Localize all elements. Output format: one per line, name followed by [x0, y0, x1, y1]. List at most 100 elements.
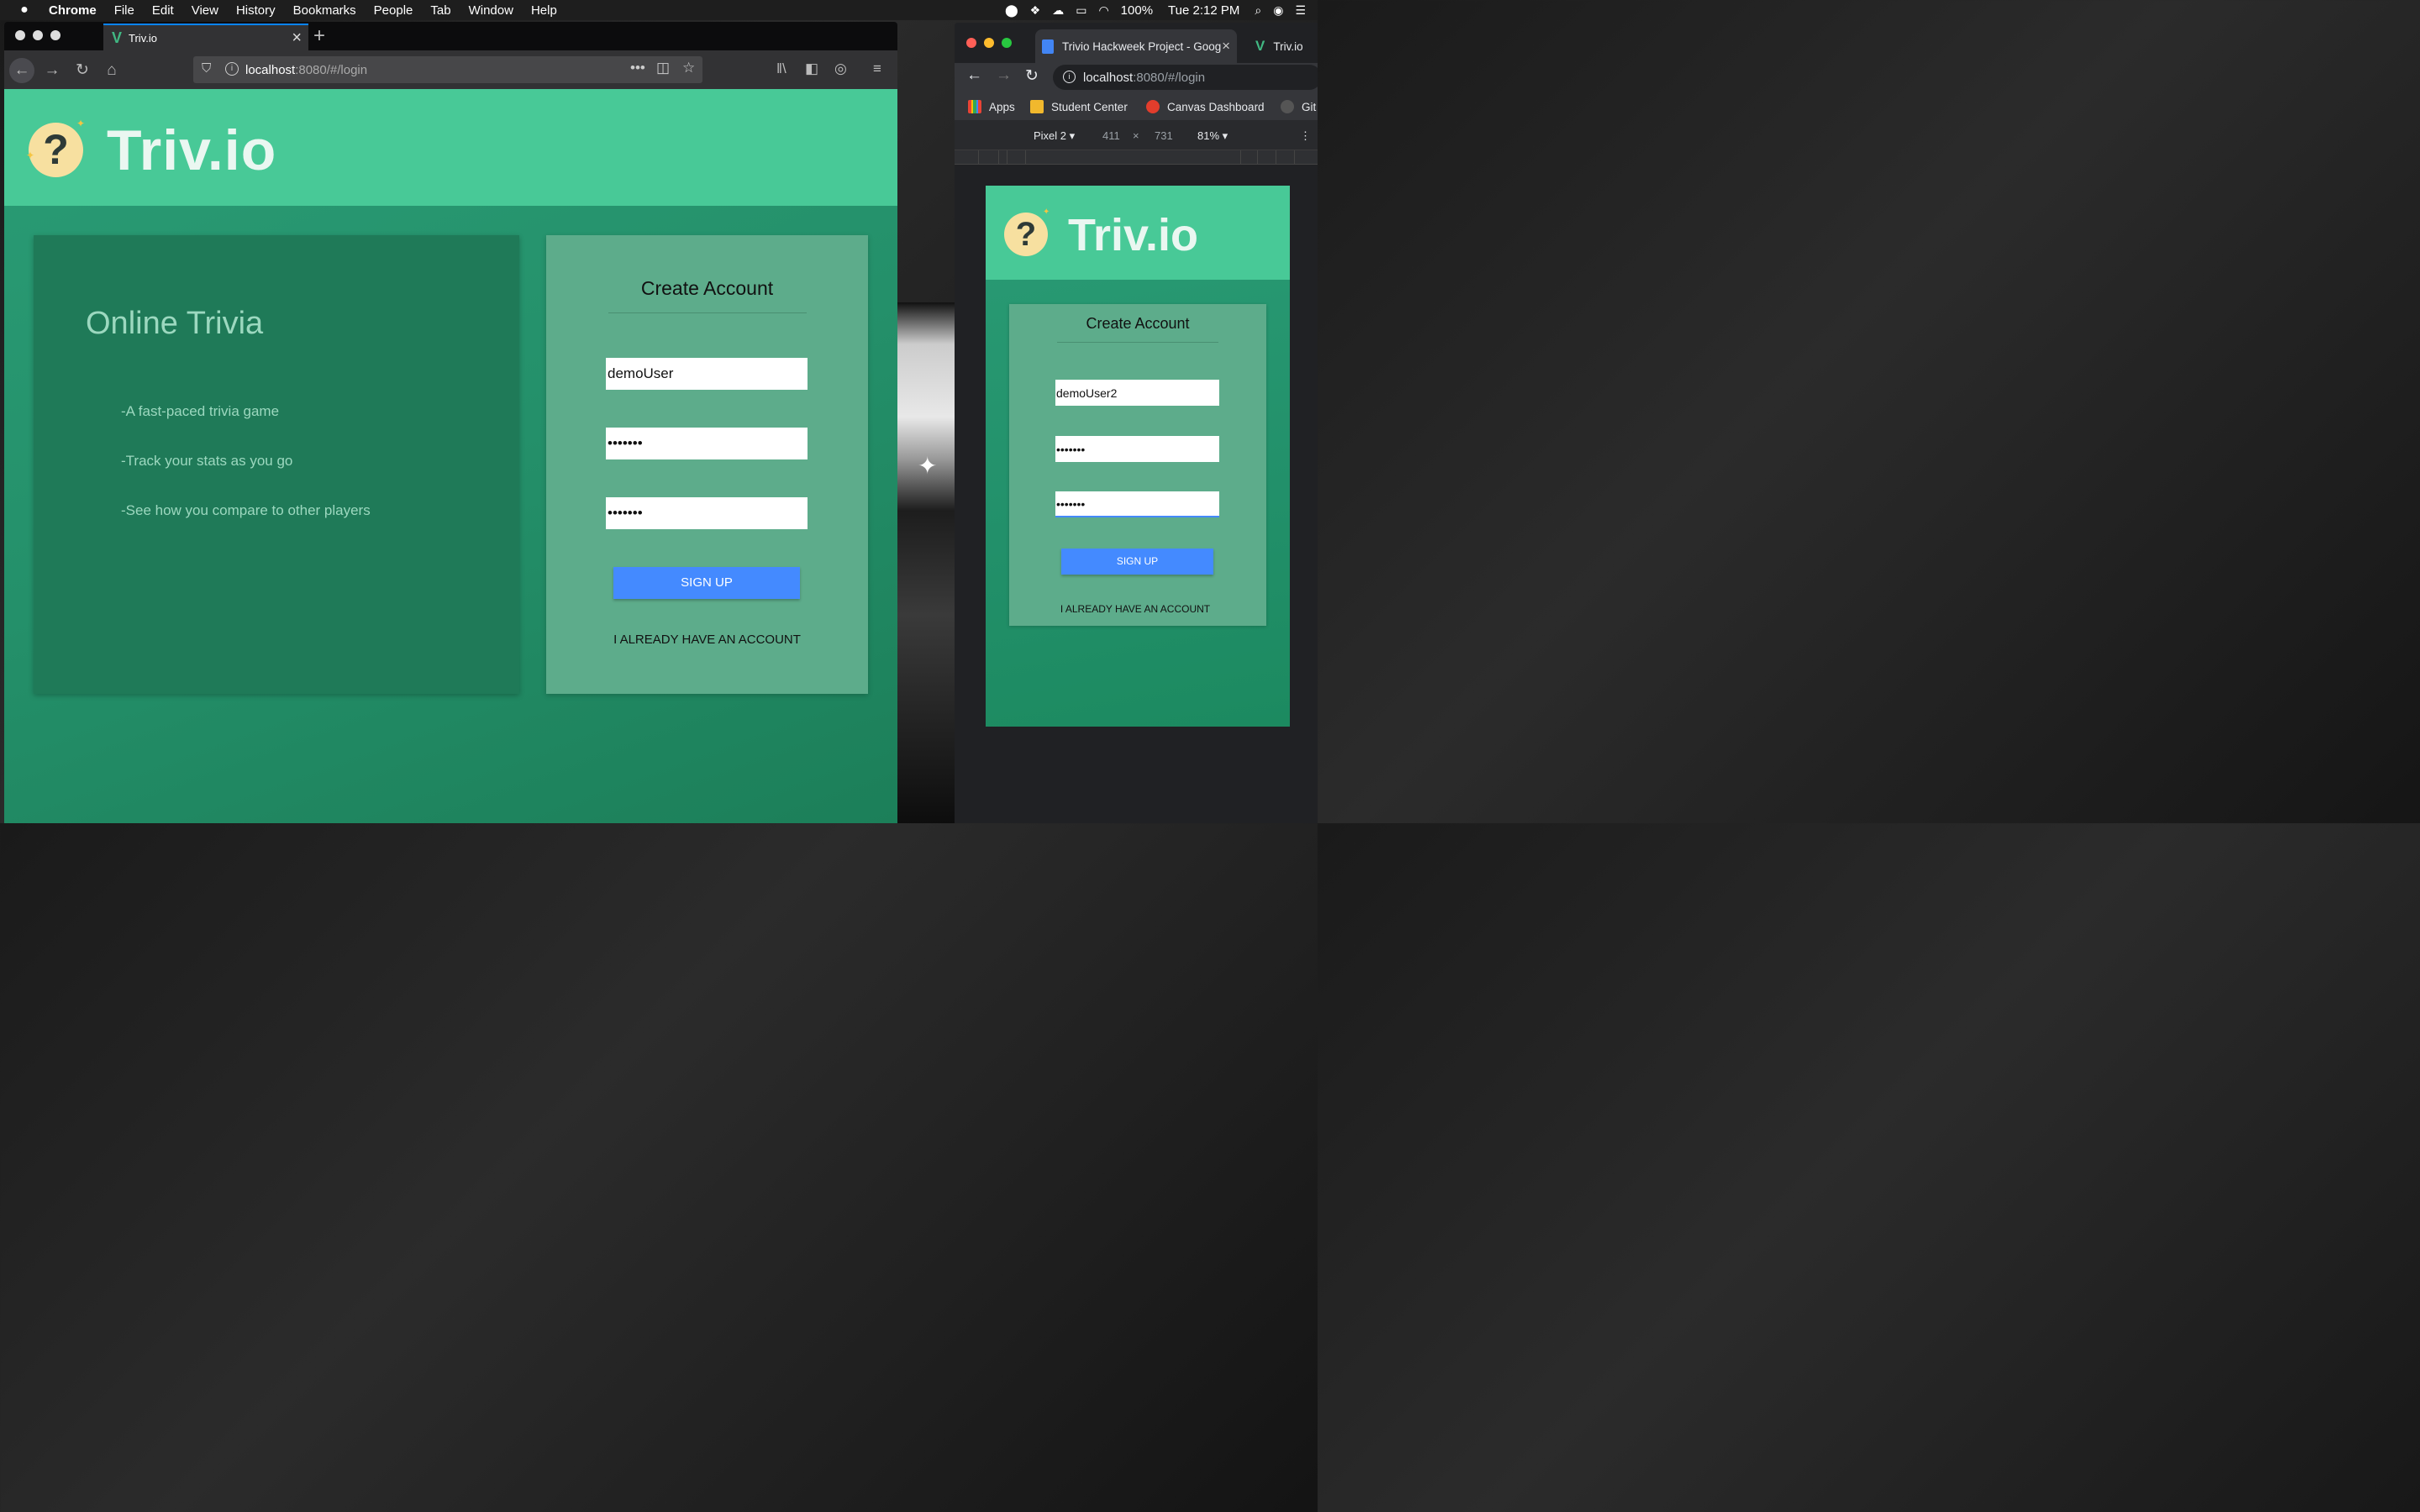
- confirm-password-input[interactable]: [1055, 491, 1219, 517]
- siri-icon[interactable]: ◉: [1273, 3, 1283, 18]
- dropbox-icon[interactable]: ❖: [1030, 3, 1041, 18]
- desktop-wallpaper: ✦: [897, 302, 955, 823]
- firefox-url-bar[interactable]: ⛉ i localhost:8080/#/login ••• ◫ ☆: [193, 56, 702, 83]
- menu-window[interactable]: Window: [469, 3, 513, 18]
- menu-file[interactable]: File: [114, 3, 134, 18]
- chrome-omnibox[interactable]: i localhost:8080/#/login: [1053, 65, 1318, 90]
- chrome-tab-trivio[interactable]: V Triv.io: [1252, 29, 1318, 63]
- confirm-password-input[interactable]: [606, 497, 808, 529]
- menu-help[interactable]: Help: [531, 3, 557, 18]
- reload-button[interactable]: ↻: [70, 58, 95, 83]
- canvas-icon: [1146, 100, 1160, 113]
- have-account-link[interactable]: I ALREADY HAVE AN ACCOUNT: [1009, 603, 1261, 615]
- car-badge-icon: ✦: [918, 453, 938, 479]
- close-window-button[interactable]: [15, 30, 25, 40]
- bookmark-label: Apps: [989, 100, 1015, 113]
- home-button[interactable]: ⌂: [99, 58, 124, 83]
- url-path: :8080/#/login: [295, 62, 368, 77]
- have-account-link[interactable]: I ALREADY HAVE AN ACCOUNT: [546, 633, 868, 647]
- menu-app-name[interactable]: Chrome: [49, 3, 97, 18]
- bookmarks-bar: Apps Student Center Canvas Dashboard Git: [955, 93, 1318, 120]
- mizzou-icon: [1030, 100, 1044, 113]
- bookmark-apps[interactable]: Apps: [968, 100, 1015, 113]
- question-mark-logo-icon: ?: [1004, 213, 1048, 256]
- sign-up-button[interactable]: SIGN UP: [613, 567, 800, 599]
- back-button[interactable]: ←: [966, 66, 982, 85]
- bookmark-student-center[interactable]: Student Center: [1030, 100, 1128, 113]
- hamburger-menu-icon[interactable]: ≡: [873, 60, 881, 77]
- title-divider: [1057, 342, 1218, 343]
- site-brand: Triv.io: [107, 118, 277, 182]
- menu-view[interactable]: View: [192, 3, 218, 18]
- zoom-select[interactable]: 81% ▾: [1197, 129, 1228, 143]
- password-input[interactable]: [1055, 436, 1219, 462]
- apple-menu-icon[interactable]: ●: [17, 3, 32, 18]
- menubar-status-area: ⬤ ❖ ☁ ▭ ◠ 100% Tue 2:12 PM ⌕ ◉ ☰: [1005, 0, 1318, 20]
- info-card: Online Trivia -A fast-paced trivia game …: [34, 235, 519, 694]
- tab-title: Triv.io: [1273, 39, 1303, 53]
- menu-people[interactable]: People: [374, 3, 413, 18]
- library-icon[interactable]: ‖\: [776, 60, 786, 77]
- close-tab-icon[interactable]: ×: [292, 29, 302, 48]
- viewport-width[interactable]: 411: [1102, 129, 1120, 142]
- chrome-window: Trivio Hackweek Project - Goog × V Triv.…: [955, 23, 1318, 823]
- menubar-clock[interactable]: Tue 2:12 PM: [1168, 3, 1239, 18]
- firefox-tab-trivio[interactable]: V Triv.io ×: [103, 24, 308, 50]
- firefox-nav-bar: ← → ↻ ⌂ ⛉ i localhost:8080/#/login ••• ◫…: [4, 50, 897, 89]
- tracking-shield-icon[interactable]: ⛉: [202, 61, 211, 76]
- tab-title: Triv.io: [129, 31, 157, 45]
- notification-center-icon[interactable]: ☰: [1295, 3, 1306, 18]
- trivio-mobile-page: ? ✦ Triv.io Create Account SIGN UP I ALR…: [986, 186, 1290, 727]
- forward-button[interactable]: →: [39, 58, 65, 83]
- account-icon[interactable]: ◎: [834, 60, 847, 77]
- question-mark-logo-icon: ?: [29, 123, 83, 177]
- reload-button[interactable]: ↻: [1025, 66, 1039, 86]
- site-info-icon[interactable]: i: [225, 62, 239, 76]
- macos-menubar: ● Chrome File Edit View History Bookmark…: [0, 0, 1318, 20]
- bookmark-label: Git: [1302, 100, 1317, 113]
- back-button[interactable]: ←: [9, 58, 34, 83]
- page-actions-icon[interactable]: •••: [630, 60, 645, 76]
- site-info-icon[interactable]: i: [1063, 71, 1076, 83]
- more-options-icon[interactable]: ⋮: [1300, 129, 1311, 143]
- zoom-window-button[interactable]: [50, 30, 60, 40]
- battery-percent[interactable]: 100%: [1121, 3, 1153, 18]
- viewport-height[interactable]: 731: [1155, 129, 1173, 142]
- form-title: Create Account: [1086, 315, 1190, 332]
- bookmark-github[interactable]: Git: [1281, 100, 1316, 113]
- wifi-icon[interactable]: ◠: [1098, 3, 1108, 18]
- info-title: Online Trivia: [86, 306, 264, 341]
- new-tab-button[interactable]: +: [313, 24, 325, 48]
- site-header: ? ✦ ✦ Triv.io: [4, 89, 897, 206]
- feature-line: -See how you compare to other players: [121, 502, 371, 518]
- chrome-tab-docs[interactable]: Trivio Hackweek Project - Goog ×: [1035, 29, 1237, 63]
- sparkle-icon: ✦: [26, 150, 35, 161]
- pocket-icon[interactable]: ◫: [656, 60, 670, 76]
- minimize-window-button[interactable]: [33, 30, 43, 40]
- password-input[interactable]: [606, 428, 808, 459]
- username-input[interactable]: [1055, 380, 1219, 406]
- close-window-button[interactable]: [966, 38, 976, 48]
- bookmark-star-icon[interactable]: ☆: [682, 60, 695, 76]
- status-circle-icon[interactable]: ⬤: [1005, 3, 1018, 18]
- window-controls: [966, 38, 1012, 48]
- menu-edit[interactable]: Edit: [152, 3, 174, 18]
- airplay-icon[interactable]: ▭: [1076, 3, 1086, 18]
- close-tab-icon[interactable]: ×: [1222, 38, 1230, 55]
- feature-line: -A fast-paced trivia game: [121, 403, 280, 419]
- menu-history[interactable]: History: [236, 3, 276, 18]
- spotlight-search-icon[interactable]: ⌕: [1255, 3, 1261, 18]
- zoom-window-button[interactable]: [1002, 38, 1012, 48]
- device-select[interactable]: Pixel 2 ▾: [1034, 129, 1075, 143]
- sign-up-button[interactable]: SIGN UP: [1061, 549, 1213, 575]
- forward-button[interactable]: →: [996, 66, 1012, 85]
- device-toolbar: Pixel 2 ▾ 411 × 731 81% ▾ ⋮: [955, 120, 1318, 150]
- cloud-icon[interactable]: ☁: [1052, 3, 1064, 18]
- menu-bookmarks[interactable]: Bookmarks: [293, 3, 356, 18]
- sidebar-icon[interactable]: ◧: [805, 60, 818, 77]
- username-input[interactable]: [606, 358, 808, 390]
- menu-tab[interactable]: Tab: [430, 3, 450, 18]
- minimize-window-button[interactable]: [984, 38, 994, 48]
- tab-title: Trivio Hackweek Project - Goog: [1062, 39, 1222, 53]
- bookmark-canvas[interactable]: Canvas Dashboard: [1146, 100, 1265, 113]
